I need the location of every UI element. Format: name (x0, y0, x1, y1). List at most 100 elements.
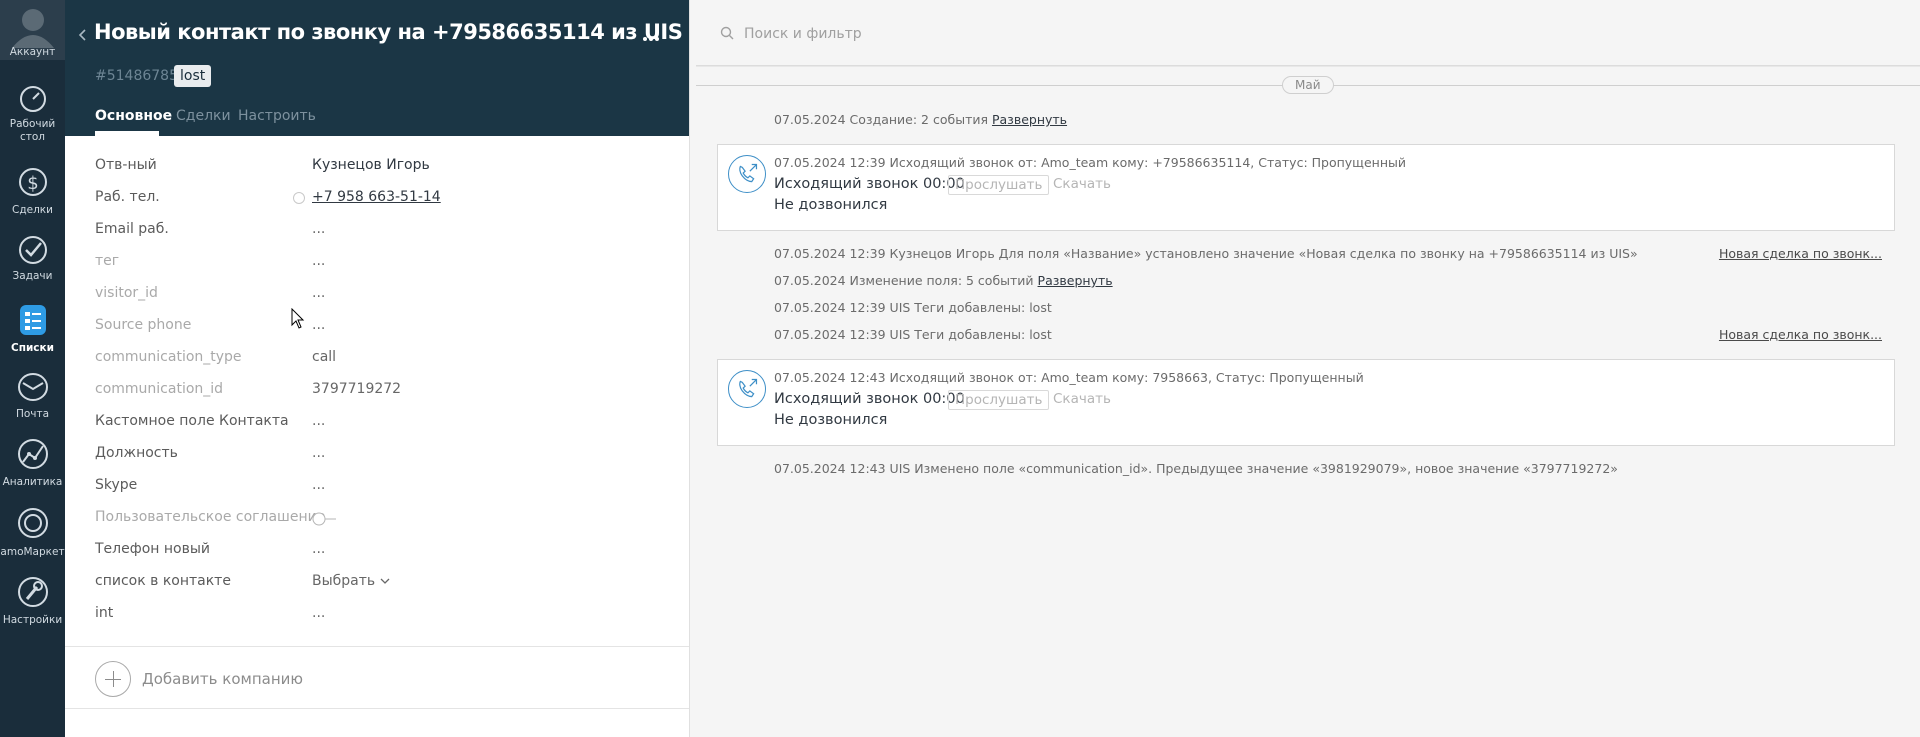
nav-desktop[interactable]: Рабочий стол (0, 84, 65, 144)
dot-icon (655, 37, 659, 41)
note-text: 07.05.2024 Изменение поля: 5 событий (774, 273, 1034, 288)
call-status: Не дозвонился (774, 197, 888, 213)
call-title: Исходящий звонок 00:00 (774, 391, 965, 407)
svg-text:$: $ (27, 173, 38, 194)
field-value[interactable]: ... (312, 285, 325, 301)
field-value[interactable]: ... (312, 221, 325, 237)
field-communication-id: communication_id 3797719272 (65, 376, 689, 408)
call-meta: 07.05.2024 12:39 Исходящий звонок от: Am… (774, 155, 1406, 170)
deal-link[interactable]: Новая сделка по звонк... (1719, 327, 1882, 342)
nav-market[interactable]: amoМаркет (0, 504, 65, 559)
nav-deals[interactable]: $ Сделки (0, 164, 65, 217)
check-circle-icon (18, 236, 47, 264)
search-bar[interactable]: Поиск и фильтр (696, 0, 1920, 66)
event-note: 07.05.2024 12:39 UIS Теги добавлены: los… (774, 300, 1052, 315)
add-company-label: Добавить компанию (142, 670, 304, 688)
account-button[interactable]: Аккаунт (0, 0, 65, 60)
back-arrow-icon[interactable] (73, 24, 91, 46)
more-options-button[interactable] (643, 26, 665, 42)
event-note: 07.05.2024 Создание: 2 события Развернут… (774, 112, 1067, 127)
mail-icon (17, 373, 48, 401)
field-value[interactable]: ... (312, 253, 325, 269)
active-tab-indicator (95, 131, 159, 136)
plus-icon (95, 661, 131, 697)
field-value[interactable]: ... (312, 445, 325, 461)
call-status: Не дозвонился (774, 412, 888, 428)
field-value[interactable]: ... (312, 541, 325, 557)
field-label: Раб. тел. (95, 189, 160, 205)
field-label: Должность (95, 445, 178, 461)
field-value[interactable]: ... (312, 413, 325, 429)
field-value[interactable]: ... (312, 477, 325, 493)
field-visitor-id: visitor_id ... (65, 280, 689, 312)
field-label: int (95, 605, 114, 621)
market-icon (17, 508, 48, 538)
tab-main[interactable]: Основное (95, 108, 172, 124)
field-email: Email раб. ... (65, 216, 689, 248)
nav-analytics-label: Аналитика (2, 476, 63, 488)
search-input[interactable]: Поиск и фильтр (744, 26, 862, 42)
field-label: список в контакте (95, 573, 231, 589)
listen-button[interactable]: Прослушать (948, 175, 1050, 195)
nav-analytics[interactable]: Аналитика (0, 436, 65, 489)
nav-settings[interactable]: Настройки (0, 574, 65, 627)
events-feed: Поиск и фильтр Май 07.05.2024 Создание: … (689, 0, 1920, 737)
listen-button[interactable]: Прослушать (948, 390, 1050, 410)
tab-configure[interactable]: Настроить (238, 108, 316, 124)
outgoing-call-icon (728, 370, 766, 408)
agreement-toggle[interactable] (312, 512, 338, 526)
field-value[interactable]: 3797719272 (312, 381, 401, 397)
phone-link[interactable]: +7 958 663-51-14 (312, 189, 441, 205)
expand-link[interactable]: Развернуть (1038, 273, 1113, 288)
wrench-icon (17, 577, 48, 607)
field-value[interactable]: ... (312, 317, 325, 333)
field-work-phone: Раб. тел. +7 958 663-51-14 (65, 184, 689, 216)
tab-deals[interactable]: Сделки (176, 108, 231, 124)
mouse-cursor-icon (291, 308, 305, 329)
dashboard-icon (19, 86, 46, 112)
note-text: 07.05.2024 Создание: 2 события (774, 112, 988, 127)
search-icon (720, 26, 734, 40)
call-event-card: 07.05.2024 12:43 Исходящий звонок от: Am… (717, 359, 1895, 446)
field-contact-list: список в контакте Выбрать (65, 568, 689, 600)
contact-id: #51486785 (95, 68, 178, 84)
select-value: Выбрать (312, 573, 376, 589)
card-header: Новый контакт по звонку на +79586635114 … (65, 0, 689, 136)
field-value[interactable]: Кузнецов Игорь (312, 157, 430, 173)
field-label: communication_type (95, 349, 242, 365)
field-label: Email раб. (95, 221, 169, 237)
call-meta: 07.05.2024 12:43 Исходящий звонок от: Am… (774, 370, 1364, 385)
dot-icon (643, 37, 647, 41)
call-event-card: 07.05.2024 12:39 Исходящий звонок от: Am… (717, 144, 1895, 231)
account-label: Аккаунт (9, 46, 56, 58)
field-label: visitor_id (95, 285, 158, 301)
download-button[interactable]: Скачать (1053, 176, 1111, 192)
field-value[interactable]: ... (312, 605, 325, 621)
field-source-phone: Source phone ... (65, 312, 689, 344)
divider (65, 708, 689, 709)
nav-tasks[interactable]: Задачи (0, 234, 65, 283)
deal-link[interactable]: Новая сделка по звонк... (1719, 246, 1882, 261)
nav-market-label: amoМаркет (0, 546, 65, 558)
page-title[interactable]: Новый контакт по звонку на +79586635114 … (94, 20, 683, 44)
nav-mail-label: Почта (15, 408, 50, 420)
field-label: Отв-ный (95, 157, 157, 173)
analytics-icon (17, 439, 48, 469)
field-label: Skype (95, 477, 138, 493)
expand-link[interactable]: Развернуть (992, 112, 1067, 127)
event-note: 07.05.2024 12:39 UIS Теги добавлены: los… (774, 327, 1052, 342)
nav-lists[interactable]: Списки (0, 302, 65, 355)
dollar-icon: $ (18, 168, 47, 196)
month-label: Май (1282, 76, 1334, 94)
field-position: Должность ... (65, 440, 689, 472)
add-phone-icon[interactable] (293, 192, 305, 204)
select-dropdown[interactable]: Выбрать (312, 573, 390, 589)
tag-badge[interactable]: lost (174, 65, 212, 87)
outgoing-call-icon (728, 155, 766, 193)
field-value[interactable]: call (312, 349, 336, 365)
nav-mail[interactable]: Почта (0, 370, 65, 421)
download-button[interactable]: Скачать (1053, 391, 1111, 407)
field-new-phone: Телефон новый ... (65, 536, 689, 568)
call-title: Исходящий звонок 00:00 (774, 176, 965, 192)
field-user-agreement: Пользовательское соглашение (65, 504, 689, 536)
